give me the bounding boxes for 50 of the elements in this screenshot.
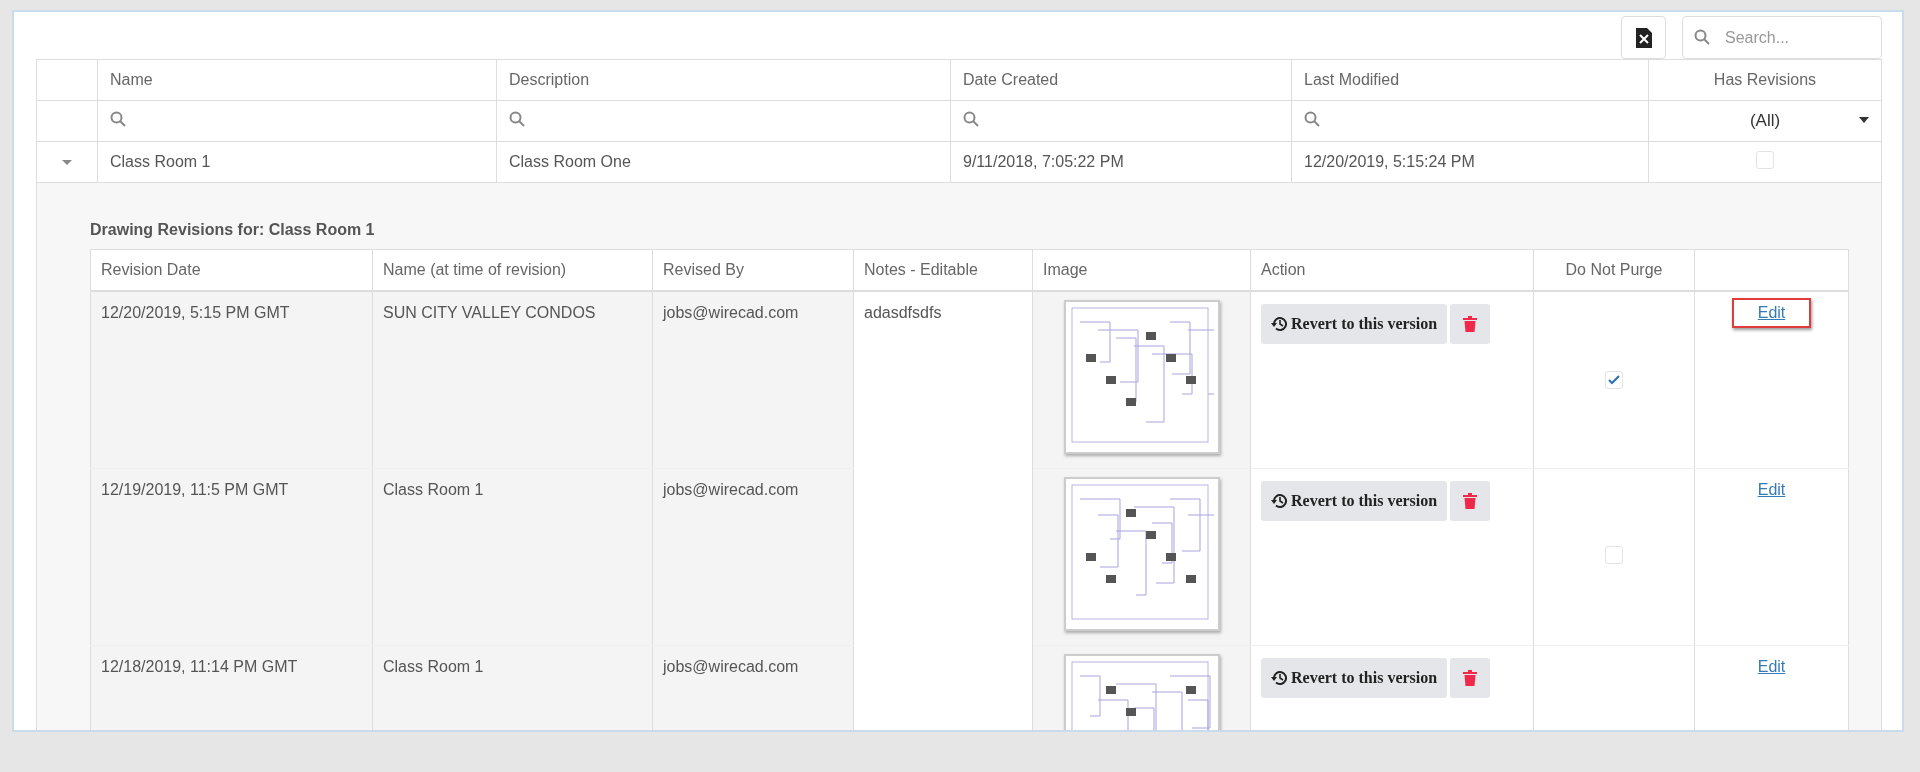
table-cell: SUN CITY VALLEY CONDOS xyxy=(383,304,596,321)
trash-icon xyxy=(1463,669,1478,686)
table-cell: jobs@wirecad.com xyxy=(663,480,799,498)
history-icon xyxy=(1271,492,1287,509)
table-cell: Class Room One xyxy=(496,141,951,183)
column-header[interactable]: Description xyxy=(496,59,951,101)
revert-button[interactable]: Revert to this version xyxy=(1261,480,1448,521)
history-icon xyxy=(1271,669,1287,686)
detail-title: Drawing Revisions for: Class Room 1 xyxy=(90,221,376,239)
expand-toggle[interactable] xyxy=(36,141,98,183)
table-cell: jobs@wirecad.com xyxy=(663,304,799,321)
trash-icon xyxy=(1463,316,1478,332)
edit-link[interactable]: Edit xyxy=(1731,651,1812,682)
table-cell: 9/11/2018, 7:05:22 PM xyxy=(950,141,1292,183)
spreadsheet-file-icon xyxy=(1635,27,1652,48)
search-icon xyxy=(1694,29,1710,45)
history-icon xyxy=(1271,316,1287,332)
delete-button[interactable] xyxy=(1450,657,1491,698)
column-header[interactable]: Date Created xyxy=(950,59,1292,101)
column-header[interactable]: Name xyxy=(97,59,497,101)
search-icon xyxy=(963,111,979,127)
filter-dropdown[interactable]: (All) xyxy=(1648,100,1882,142)
checkbox[interactable] xyxy=(1756,151,1774,169)
delete-button[interactable] xyxy=(1450,480,1491,521)
table-cell: 12/18/2019, 11:14 PM GMT xyxy=(101,657,298,675)
search-icon xyxy=(1304,111,1320,127)
table-cell: Class Room 1 xyxy=(383,657,484,675)
edit-link[interactable]: Edit xyxy=(1731,298,1812,328)
revert-button[interactable]: Revert to this version xyxy=(1261,657,1448,698)
revert-button[interactable]: Revert to this version xyxy=(1261,304,1448,344)
search-icon xyxy=(110,111,126,127)
edit-link[interactable]: Edit xyxy=(1731,474,1812,505)
caret-icon xyxy=(62,157,72,167)
table-cell: 12/20/2019, 5:15:24 PM xyxy=(1291,141,1649,183)
search-field[interactable]: Search... xyxy=(1682,16,1882,59)
table-cell[interactable]: adasdfsdfs xyxy=(864,304,942,321)
excel-export-button[interactable] xyxy=(1621,16,1666,59)
checkbox[interactable] xyxy=(1605,370,1623,389)
table-cell: 12/19/2019, 11:5 PM GMT xyxy=(101,480,289,498)
column-header[interactable]: Last Modified xyxy=(1291,59,1649,101)
trash-icon xyxy=(1463,492,1478,509)
caret-icon xyxy=(1859,117,1869,123)
column-header[interactable]: Has Revisions xyxy=(1648,59,1882,101)
table-cell: Class Room 1 xyxy=(383,480,484,498)
search-icon xyxy=(509,111,525,127)
table-cell: 12/20/2019, 5:15 PM GMT xyxy=(101,304,290,321)
table-cell: Class Room 1 xyxy=(97,141,497,183)
table-cell: jobs@wirecad.com xyxy=(663,657,799,675)
checkbox[interactable] xyxy=(1605,545,1623,564)
delete-button[interactable] xyxy=(1450,304,1491,344)
